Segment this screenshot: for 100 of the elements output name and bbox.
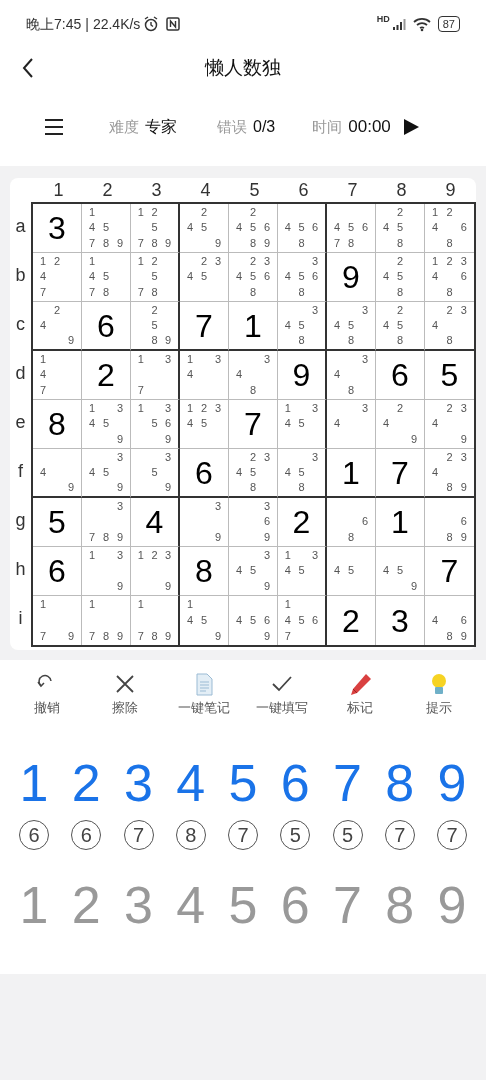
sudoku-cell[interactable]: 2 4 9: [33, 302, 82, 351]
candidate-note: 8: [298, 482, 305, 493]
sudoku-cell[interactable]: 2 4 5 8: [376, 253, 425, 302]
sudoku-cell[interactable]: 4 5 9: [376, 547, 425, 596]
candidate-note: 2: [396, 305, 404, 316]
number-key[interactable]: 4: [176, 757, 206, 808]
wifi-icon: [411, 16, 432, 32]
sudoku-cell[interactable]: 3 4: [327, 400, 376, 449]
row-label: e: [15, 411, 26, 434]
sudoku-cell[interactable]: 2 3 4 5: [180, 253, 229, 302]
candidate-note: 1: [39, 256, 47, 268]
number-key[interactable]: 8: [385, 757, 415, 808]
sudoku-cell[interactable]: 8: [33, 400, 82, 449]
sudoku-cell[interactable]: 3 4 5 8: [278, 449, 327, 498]
number-key[interactable]: 5: [228, 757, 258, 808]
sudoku-cell[interactable]: 1 4 5 7 8 9: [82, 204, 131, 253]
sudoku-cell[interactable]: 1 3 5 6 9: [131, 400, 180, 449]
candidate-note: 6: [312, 271, 319, 283]
sudoku-cell[interactable]: 4 9: [33, 449, 82, 498]
candidate-note: 5: [102, 271, 110, 283]
sudoku-cell[interactable]: 6: [376, 351, 425, 400]
number-key[interactable]: 2: [71, 757, 101, 808]
sudoku-cell[interactable]: 3 4 5 8: [327, 302, 376, 351]
sudoku-cell[interactable]: 1 2 3 9: [131, 547, 180, 596]
sudoku-cell[interactable]: 1 2 4 7: [33, 253, 82, 302]
sudoku-cell[interactable]: 4 5: [327, 547, 376, 596]
candidate-note: 9: [165, 482, 172, 493]
sudoku-cell[interactable]: 2: [278, 498, 327, 547]
tool-button[interactable]: 擦除: [86, 672, 165, 718]
number-key[interactable]: 1: [19, 757, 49, 808]
sudoku-cell[interactable]: 6: [180, 449, 229, 498]
candidate-note: 9: [263, 531, 271, 543]
sudoku-cell[interactable]: 8: [180, 547, 229, 596]
number-key[interactable]: 7: [333, 757, 362, 808]
sudoku-cell[interactable]: 2 4 9: [376, 400, 425, 449]
candidate-note: 8: [249, 482, 257, 493]
sudoku-cell[interactable]: 1: [327, 449, 376, 498]
sudoku-cell[interactable]: 3 6 9: [229, 498, 278, 547]
sudoku-cell[interactable]: 1 3 7: [131, 351, 180, 400]
candidate-note: 1: [432, 207, 439, 219]
sudoku-cell[interactable]: 1: [229, 302, 278, 351]
number-key[interactable]: 9: [437, 757, 467, 808]
candidate-note: 4: [432, 222, 439, 234]
sudoku-cell[interactable]: 1 4 7: [33, 351, 82, 400]
candidate-note: 3: [116, 403, 124, 415]
candidate-note: 3: [214, 501, 222, 513]
sudoku-cell[interactable]: 3: [33, 204, 82, 253]
sudoku-cell[interactable]: 1 3 4: [180, 351, 229, 400]
candidate-note: 2: [200, 256, 208, 268]
sudoku-cell[interactable]: 1 3 4 5: [278, 547, 327, 596]
sudoku-cell[interactable]: 2 5 8 9: [131, 302, 180, 351]
tool-button[interactable]: 标记: [321, 672, 400, 718]
sudoku-cell[interactable]: 3 7 8 9: [82, 498, 131, 547]
sudoku-cell[interactable]: 3 9: [180, 498, 229, 547]
sudoku-cell[interactable]: 1 2 5 7 8: [131, 253, 180, 302]
sudoku-cell[interactable]: 2 4 5 6 8 9: [229, 204, 278, 253]
number-key[interactable]: 6: [280, 757, 310, 808]
tool-button[interactable]: 一键填写: [243, 672, 322, 718]
sudoku-cell[interactable]: 1 4 5 7 8: [82, 253, 131, 302]
sudoku-cell[interactable]: 1 3 4 5: [278, 400, 327, 449]
sudoku-cell[interactable]: 4 5 6 7 8: [327, 204, 376, 253]
sudoku-cell[interactable]: 6: [33, 547, 82, 596]
candidate-note: 3: [361, 354, 369, 366]
sudoku-cell[interactable]: 1: [376, 498, 425, 547]
sudoku-cell[interactable]: 1 3 9: [82, 547, 131, 596]
sudoku-cell[interactable]: 9: [278, 351, 327, 400]
sudoku-cell[interactable]: 3 4 8: [327, 351, 376, 400]
sudoku-cell[interactable]: 3 5 9: [131, 449, 180, 498]
candidate-note: 9: [67, 335, 75, 346]
sudoku-cell[interactable]: 1 3 4 5 9: [82, 400, 131, 449]
sudoku-cell[interactable]: 7: [180, 302, 229, 351]
number-key[interactable]: 3: [124, 757, 153, 808]
sudoku-cell[interactable]: 2 4 5 8: [376, 302, 425, 351]
sudoku-cell[interactable]: 3 4 5 8: [278, 302, 327, 351]
sudoku-cell[interactable]: 4 5 6 8: [278, 204, 327, 253]
sudoku-cell[interactable]: 2: [82, 351, 131, 400]
sudoku-cell[interactable]: 3 4 5 9: [229, 547, 278, 596]
sudoku-cell[interactable]: 9: [327, 253, 376, 302]
candidate-note: 7: [137, 384, 144, 396]
sudoku-cell[interactable]: 1 2 3 4 5: [180, 400, 229, 449]
tool-button[interactable]: 提示: [399, 672, 478, 718]
sudoku-cell[interactable]: 6: [82, 302, 131, 351]
sudoku-cell[interactable]: 1 2 5 7 8 9: [131, 204, 180, 253]
candidate-note: 4: [88, 271, 96, 283]
sudoku-cell[interactable]: 7: [376, 449, 425, 498]
sudoku-cell[interactable]: 4: [131, 498, 180, 547]
sudoku-cell[interactable]: 5: [33, 498, 82, 547]
sudoku-cell[interactable]: 2 3 4 5 8: [229, 449, 278, 498]
sudoku-cell[interactable]: 6 8: [327, 498, 376, 547]
sudoku-cell[interactable]: 3 4 8: [229, 351, 278, 400]
sudoku-cell[interactable]: 3 4 5 6 8: [278, 253, 327, 302]
tool-button[interactable]: 撤销: [8, 672, 87, 718]
sudoku-cell[interactable]: 2 3 4 5 6 8: [229, 253, 278, 302]
tool-button[interactable]: 一键笔记: [164, 672, 243, 718]
candidate-note: 8: [298, 335, 305, 346]
sudoku-cell[interactable]: 3 4 5 9: [82, 449, 131, 498]
sudoku-cell[interactable]: 2 4 5 8: [376, 204, 425, 253]
candidate-note: 2: [200, 207, 208, 219]
sudoku-cell[interactable]: 7: [229, 400, 278, 449]
sudoku-cell[interactable]: 2 4 5 9: [180, 204, 229, 253]
